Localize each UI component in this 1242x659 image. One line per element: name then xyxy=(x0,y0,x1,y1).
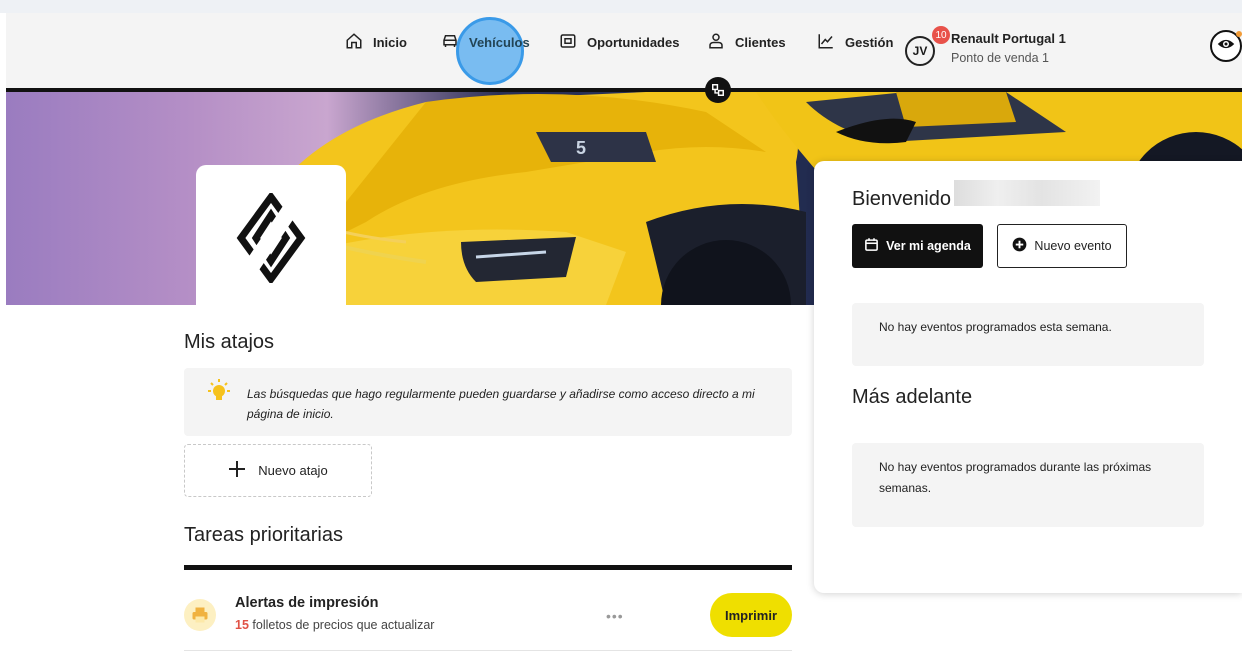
home-icon xyxy=(345,32,363,53)
print-button[interactable]: Imprimir xyxy=(710,593,792,637)
notification-badge[interactable]: 10 xyxy=(932,26,950,44)
plus-icon xyxy=(228,460,246,481)
task-subtitle: 15 folletos de precios que actualizar xyxy=(235,618,434,632)
switch-account-icon[interactable] xyxy=(705,77,731,103)
new-shortcut-label: Nuevo atajo xyxy=(258,463,328,478)
task-title[interactable]: Alertas de impresión xyxy=(235,595,378,611)
later-title: Más adelante xyxy=(852,386,973,408)
dealer-subtitle: Ponto de venda 1 xyxy=(951,51,1049,65)
new-event-button[interactable]: Nuevo evento xyxy=(997,224,1127,268)
redacted-name xyxy=(954,180,1100,206)
nav-item-label: Clientes xyxy=(735,34,786,50)
calendar-icon xyxy=(864,237,879,255)
new-shortcut-button[interactable]: Nuevo atajo xyxy=(184,444,372,497)
nav-item-label: Vehículos xyxy=(469,34,530,50)
brand-logo xyxy=(196,165,346,310)
shortcuts-hint: Las búsquedas que hago regularmente pued… xyxy=(184,368,792,436)
shortcuts-title: Mis atajos xyxy=(184,331,275,353)
nav-item-label: Gestión xyxy=(845,34,894,50)
window-top-strip xyxy=(0,0,1242,13)
printer-icon xyxy=(184,599,216,631)
more-options-icon[interactable]: ••• xyxy=(606,608,624,624)
view-agenda-button[interactable]: Ver mi agenda xyxy=(852,224,983,268)
nav-item-inicio[interactable]: Inicio xyxy=(345,31,407,53)
task-row-divider xyxy=(184,650,792,651)
tasks-title: Tareas prioritarias xyxy=(184,524,343,546)
nav-item-label: Oportunidades xyxy=(587,34,680,50)
user-icon xyxy=(707,32,725,53)
nav-item-clientes[interactable]: Clientes xyxy=(707,31,786,53)
nav-item-gestion[interactable]: Gestión xyxy=(817,31,893,53)
eye-icon xyxy=(1217,35,1235,58)
agenda-panel: Bienvenido J Ver mi agenda Nuevo evento … xyxy=(814,161,1242,593)
lightbulb-icon xyxy=(206,378,232,409)
new-event-label: Nuevo evento xyxy=(1034,239,1112,253)
this-week-empty-state: No hay eventos programados esta semana. xyxy=(852,303,1204,366)
dealer-name[interactable]: Renault Portugal 1 xyxy=(951,31,1066,46)
click-highlight xyxy=(456,17,524,85)
later-empty-state: No hay eventos programados durante las p… xyxy=(852,443,1204,527)
avatar[interactable]: JV xyxy=(905,36,935,66)
nav-item-label: Inicio xyxy=(373,34,407,50)
welcome-title: Bienvenido J xyxy=(852,188,967,210)
task-count: 15 xyxy=(235,618,249,632)
task-subtitle-text: folletos de precios que actualizar xyxy=(252,618,435,632)
nav-item-oportunidades[interactable]: Oportunidades xyxy=(559,31,679,53)
shortcuts-hint-text: Las búsquedas que hago regularmente pued… xyxy=(247,387,755,421)
tasks-divider xyxy=(184,565,792,570)
status-dot xyxy=(1236,31,1242,37)
plus-circle-icon xyxy=(1012,237,1027,255)
wallet-icon xyxy=(559,32,577,53)
chart-line-icon xyxy=(817,32,835,53)
renault-logo-icon xyxy=(236,192,306,283)
view-agenda-label: Ver mi agenda xyxy=(886,239,971,253)
svg-text:5: 5 xyxy=(576,138,586,158)
avatar-initials: JV xyxy=(912,44,928,58)
